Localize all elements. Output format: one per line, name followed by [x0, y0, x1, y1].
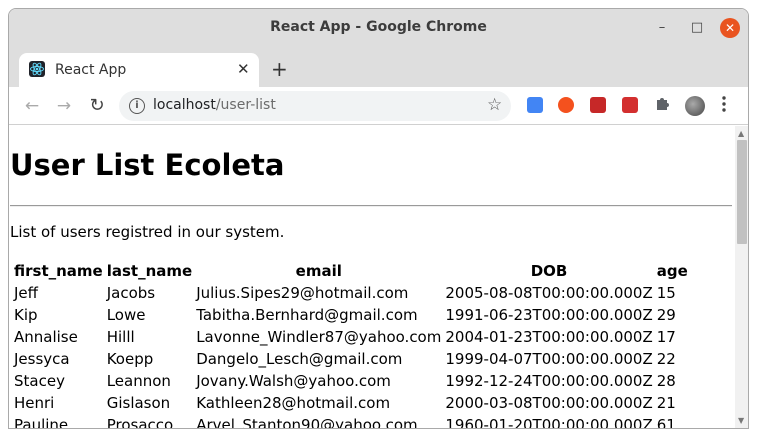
cell-first-name: Jessyca	[14, 350, 70, 368]
url-path: /user-list	[215, 97, 276, 113]
menu-icon[interactable]	[721, 95, 727, 113]
cell-last-name: Gislason	[106, 394, 171, 412]
cell-first-name: Jeff	[14, 284, 38, 302]
table-row: Pauline Prosacco Arvel_Stanton90@yahoo.c…	[12, 414, 690, 429]
back-arrow-icon[interactable]: ←	[21, 95, 43, 117]
table-row: Jessyca Koepp Dangelo_Lesch@gmail.com 19…	[12, 348, 690, 370]
divider	[10, 205, 732, 207]
page-description: List of users registred in our system.	[10, 223, 285, 241]
cell-age: 21	[656, 394, 676, 412]
users-table: first_name last_name email DOB age Jeff …	[12, 260, 690, 429]
tab-react-app[interactable]: React App ✕	[19, 53, 259, 87]
cell-age: 15	[656, 284, 676, 302]
cell-dob: 1992-12-24T00:00:00.000Z	[445, 372, 653, 390]
table-header-row: first_name last_name email DOB age	[12, 260, 690, 282]
cell-email: Kathleen28@hotmail.com	[196, 394, 391, 412]
cell-first-name: Kip	[14, 306, 38, 324]
table-row: Henri Gislason Kathleen28@hotmail.com 20…	[12, 392, 690, 414]
cell-last-name: Koepp	[106, 350, 154, 368]
tab-title: React App	[55, 62, 127, 78]
header-age: age	[656, 262, 688, 280]
scroll-down-arrow-icon[interactable]: ▼	[738, 416, 744, 425]
browser-window: React App - Google Chrome – □ ✕ React Ap…	[8, 8, 749, 429]
book-icon[interactable]	[590, 97, 606, 113]
window-title: React App - Google Chrome	[270, 19, 487, 35]
fire-icon[interactable]	[558, 97, 574, 113]
cell-dob: 1960-01-20T00:00:00.000Z	[445, 416, 653, 429]
cell-last-name: Lowe	[106, 306, 146, 324]
url-host: localhost	[153, 97, 216, 113]
scroll-up-arrow-icon[interactable]: ▲	[738, 129, 744, 138]
table-row: Jeff Jacobs Julius.Sipes29@hotmail.com 2…	[12, 282, 690, 304]
table-row: Stacey Leannon Jovany.Walsh@yahoo.com 19…	[12, 370, 690, 392]
cell-first-name: Pauline	[14, 416, 69, 429]
cell-email: Jovany.Walsh@yahoo.com	[196, 372, 391, 390]
page-viewport: User List Ecoleta List of users registre…	[9, 126, 734, 429]
cell-email: Arvel_Stanton90@yahoo.com	[196, 416, 418, 429]
cell-dob: 2004-01-23T00:00:00.000Z	[445, 328, 653, 346]
cell-email: Tabitha.Bernhard@gmail.com	[196, 306, 418, 324]
browser-toolbar: ← → ↻ i localhost/user-list ☆	[9, 87, 748, 125]
cell-first-name: Annalise	[14, 328, 78, 346]
vertical-scrollbar[interactable]: ▲ ▼	[735, 126, 748, 428]
cell-age: 29	[656, 306, 676, 324]
cell-last-name: Prosacco	[106, 416, 174, 429]
cell-first-name: Henri	[14, 394, 55, 412]
cell-age: 28	[656, 372, 676, 390]
header-first-name: first_name	[14, 262, 103, 280]
cell-age: 17	[656, 328, 676, 346]
cell-dob: 2000-03-08T00:00:00.000Z	[445, 394, 653, 412]
cell-first-name: Stacey	[14, 372, 65, 390]
tab-close-icon[interactable]: ✕	[237, 60, 250, 78]
info-icon[interactable]: i	[129, 98, 145, 114]
cell-email: Dangelo_Lesch@gmail.com	[196, 350, 403, 368]
cell-age: 61	[656, 416, 676, 429]
new-tab-button[interactable]: +	[271, 57, 288, 81]
table-row: Annalise Hilll Lavonne_Windler87@yahoo.c…	[12, 326, 690, 348]
title-bar: React App - Google Chrome – □ ✕	[9, 9, 748, 47]
header-last-name: last_name	[106, 262, 193, 280]
avatar[interactable]	[685, 96, 705, 116]
forward-arrow-icon[interactable]: →	[53, 95, 75, 117]
maximize-button[interactable]: □	[687, 18, 707, 38]
cell-last-name: Leannon	[106, 372, 171, 390]
cell-last-name: Jacobs	[106, 284, 156, 302]
cell-dob: 1991-06-23T00:00:00.000Z	[445, 306, 653, 324]
tab-strip: React App ✕ +	[9, 47, 748, 87]
header-email: email	[295, 262, 342, 280]
cell-email: Julius.Sipes29@hotmail.com	[196, 284, 409, 302]
cell-email: Lavonne_Windler87@yahoo.com	[196, 328, 442, 346]
scrollbar-thumb[interactable]	[737, 140, 747, 244]
address-bar[interactable]: i localhost/user-list ☆	[119, 91, 511, 121]
bookmark-star-icon[interactable]: ☆	[487, 95, 502, 115]
ext-red-icon[interactable]	[622, 97, 638, 113]
cell-dob: 1999-04-07T00:00:00.000Z	[445, 350, 653, 368]
table-row: Kip Lowe Tabitha.Bernhard@gmail.com 1991…	[12, 304, 690, 326]
cell-age: 22	[656, 350, 676, 368]
header-dob: DOB	[530, 262, 568, 280]
url-text[interactable]: localhost/user-list	[153, 97, 276, 113]
close-window-button[interactable]: ✕	[720, 18, 740, 38]
cell-dob: 2005-08-08T00:00:00.000Z	[445, 284, 653, 302]
google-translate-icon[interactable]	[527, 97, 543, 113]
minimize-button[interactable]: –	[652, 18, 672, 38]
puzzle-icon[interactable]	[654, 95, 670, 111]
cell-last-name: Hilll	[106, 328, 135, 346]
page-title: User List Ecoleta	[10, 148, 285, 182]
react-logo-icon	[29, 61, 45, 77]
reload-icon[interactable]: ↻	[86, 95, 108, 117]
